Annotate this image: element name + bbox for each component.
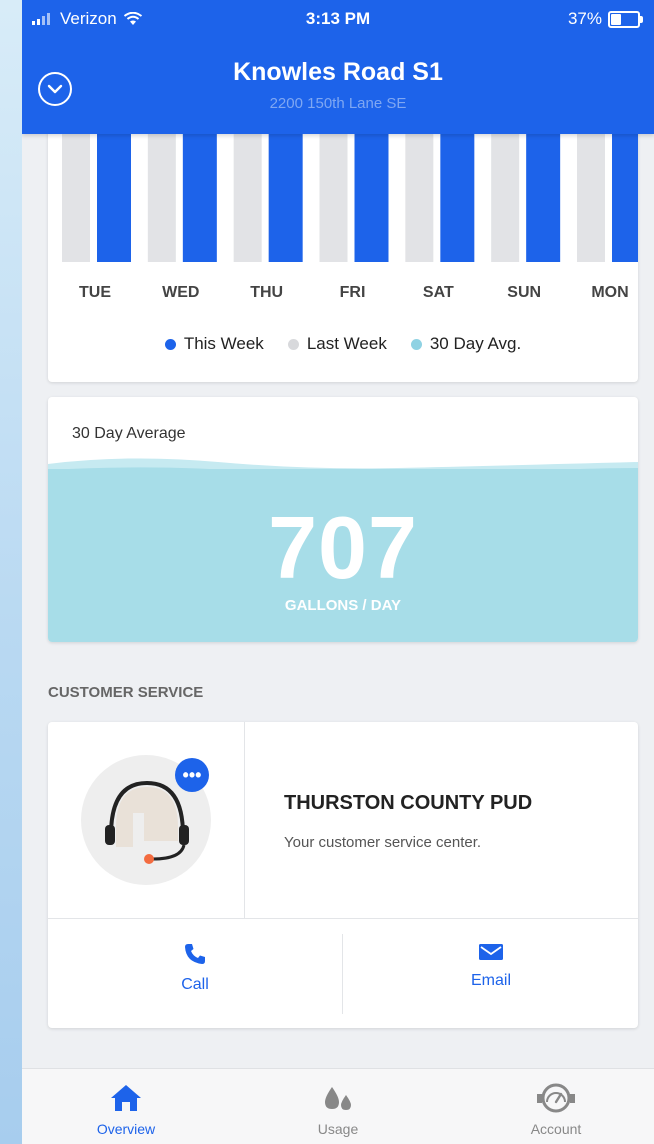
battery-icon	[608, 10, 643, 28]
bar-group-fri: FRI	[319, 110, 389, 301]
home-icon	[111, 1085, 141, 1111]
average-unit: GALLONS / DAY	[284, 597, 402, 614]
average-value: 707	[268, 498, 418, 597]
legend-dot	[287, 338, 299, 350]
chart-legend: This Week Last Week 30 Day Avg.	[48, 334, 638, 354]
chat-dots-icon: •••	[175, 758, 209, 792]
water-drops-icon	[325, 1087, 351, 1110]
average-card: 30 Day Average 707 GALLONS / DAY	[48, 397, 638, 642]
location-address: 2200 150th Lane SE	[269, 95, 407, 112]
tab-bar: Overview Usage Account	[22, 1068, 654, 1144]
x-tick-label: MON	[591, 284, 628, 301]
usage-bar-chart: TUE WED THU FRI SAT SUN MON	[62, 110, 638, 301]
divider	[244, 722, 245, 918]
x-tick-label: TUE	[79, 284, 111, 301]
location-title: Knowles Road S1	[233, 58, 443, 86]
legend-label: This Week	[183, 334, 264, 353]
x-tick-label: FRI	[340, 284, 366, 301]
tab-label-overview: Overview	[96, 1121, 156, 1137]
mail-icon	[479, 944, 503, 960]
legend-item: This Week	[164, 334, 264, 354]
bar-group-wed: WED	[147, 110, 217, 301]
x-tick-label: THU	[250, 284, 283, 301]
customer-service-card: ••• THURSTON COUNTY PUD Your customer se…	[48, 722, 638, 1028]
legend-dot	[410, 338, 422, 350]
tab-label-account: Account	[530, 1121, 582, 1137]
provider-name: THURSTON COUNTY PUD	[284, 792, 533, 814]
x-tick-label: SAT	[423, 284, 454, 301]
tab-overview[interactable]: Overview	[26, 1081, 226, 1137]
bar-group-tue: TUE	[62, 110, 131, 301]
header: Verizon 3:13 PM 37% Knowles Road S1 2200…	[22, 0, 654, 134]
x-tick-label: SUN	[507, 284, 541, 301]
email-label: Email	[470, 972, 511, 989]
legend-label: 30 Day Avg.	[429, 334, 522, 353]
email-button[interactable]: Email	[344, 942, 638, 990]
average-label: 30 Day Average	[72, 425, 186, 442]
legend-dot	[164, 338, 176, 350]
battery-percent: 37%	[567, 9, 602, 28]
phone-icon	[185, 944, 205, 964]
legend-label: Last Week	[306, 334, 387, 353]
section-title-customer-service: CUSTOMER SERVICE	[48, 684, 204, 701]
legend-item: Last Week	[287, 334, 387, 354]
legend-item: 30 Day Avg.	[410, 334, 522, 354]
meter-icon	[537, 1083, 575, 1113]
provider-description: Your customer service center.	[284, 834, 482, 851]
divider	[48, 918, 638, 919]
tab-label-usage: Usage	[317, 1121, 359, 1137]
call-label: Call	[181, 976, 209, 993]
tab-usage[interactable]: Usage	[238, 1081, 438, 1137]
bar-group-sun: SUN	[491, 110, 561, 301]
background-edge	[0, 0, 22, 1144]
bar-group-mon: MON	[577, 110, 638, 301]
app-screen: Verizon 3:13 PM 37% Knowles Road S1 2200…	[22, 0, 654, 1144]
bar-group-sat: SAT	[405, 110, 475, 301]
usage-chart-card: TUE WED THU FRI SAT SUN MON This Week Last Week…	[48, 110, 638, 382]
divider	[342, 934, 343, 1014]
tab-account[interactable]: Account	[456, 1081, 654, 1137]
clock: 3:13 PM	[305, 9, 371, 28]
battery-status: 37%	[567, 9, 643, 29]
status-bar: Verizon 3:13 PM 37%	[22, 0, 654, 40]
call-button[interactable]: Call	[48, 942, 342, 994]
bar-group-thu: THU	[233, 110, 303, 301]
x-tick-label: WED	[162, 284, 199, 301]
